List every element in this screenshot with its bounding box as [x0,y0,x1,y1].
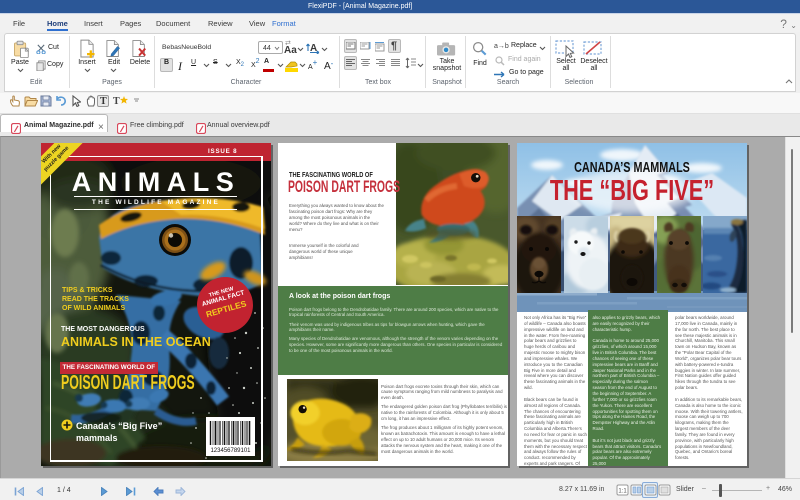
svg-text:1:1: 1:1 [618,489,627,495]
svg-text:123456789101: 123456789101 [210,448,251,454]
